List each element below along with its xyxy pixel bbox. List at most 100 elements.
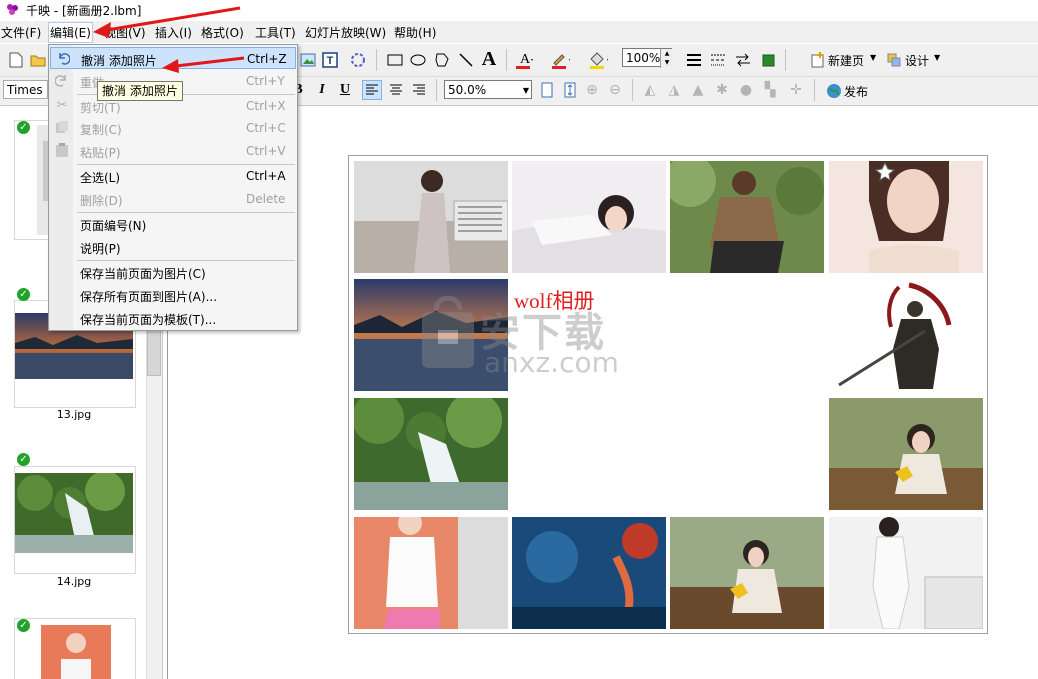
font-color-icon[interactable]: A <box>514 50 534 70</box>
fill-color-icon[interactable] <box>588 50 608 70</box>
scale-dropdown-icon[interactable]: ▼ <box>523 81 529 100</box>
design-dropdown-icon[interactable]: ▼ <box>934 53 940 62</box>
zoom-in-icon[interactable]: ⊕ <box>582 80 602 100</box>
publish-icon[interactable] <box>824 81 844 101</box>
menu-item-label: 全选(L) <box>80 171 121 185</box>
thumbnail-15[interactable] <box>14 618 136 679</box>
photo-girl-gym[interactable] <box>354 517 508 629</box>
page-frame-icon[interactable] <box>537 80 557 100</box>
spin-down-icon[interactable]: ▼ <box>661 58 673 67</box>
image-tool-3-icon[interactable]: ▲ <box>688 80 708 100</box>
design-icon[interactable] <box>884 50 904 70</box>
fit-height-icon[interactable] <box>560 80 580 100</box>
menu-slideshow[interactable]: 幻灯片放映(W) <box>305 24 386 41</box>
image-tool-1-icon[interactable]: ◭ <box>640 80 660 100</box>
image-tool-4-icon[interactable]: ✱ <box>712 80 732 100</box>
menu-format[interactable]: 格式(O) <box>201 24 244 41</box>
image-tool-5-icon[interactable]: ● <box>736 80 756 100</box>
check-icon: ✓ <box>17 619 30 632</box>
image-tool-6-icon[interactable]: ▚ <box>760 80 780 100</box>
thumbnail-image <box>41 625 111 679</box>
scrollbar-thumb[interactable] <box>147 330 161 376</box>
album-title[interactable]: wolf相册 <box>514 285 595 315</box>
photo-girl-white-room[interactable] <box>829 517 983 629</box>
toolbar-separator <box>376 49 377 71</box>
clipart-icon[interactable] <box>348 50 368 70</box>
svg-text:A: A <box>520 52 531 67</box>
shadow-icon[interactable] <box>758 50 778 70</box>
design-button[interactable]: 设计 <box>905 52 929 69</box>
menu-item-select-all[interactable]: 全选(L) Ctrl+A <box>50 165 296 187</box>
open-folder-icon[interactable] <box>28 50 48 70</box>
menu-item-label: 保存当前页面为图片(C) <box>80 267 206 281</box>
polygon-tool-icon[interactable] <box>432 50 452 70</box>
new-file-icon[interactable] <box>6 50 26 70</box>
new-page-dropdown-icon[interactable]: ▼ <box>870 53 876 62</box>
ellipse-tool-icon[interactable] <box>408 50 428 70</box>
new-page-icon[interactable] <box>808 50 828 70</box>
underline-icon[interactable]: U <box>335 80 355 100</box>
text-tool-icon[interactable]: A <box>479 48 499 70</box>
paste-icon <box>54 143 70 159</box>
menu-item-shortcut: Ctrl+C <box>246 121 286 135</box>
menu-item-save-all-pages-image[interactable]: 保存所有页面到图片(A)... <box>50 284 296 306</box>
toolbar-separator <box>814 79 815 101</box>
menu-item-description[interactable]: 说明(P) <box>50 236 296 258</box>
arrow-style-icon[interactable] <box>733 50 753 70</box>
italic-icon[interactable]: I <box>312 80 332 100</box>
new-page-button[interactable]: 新建页 <box>828 52 864 69</box>
crop-icon[interactable]: ✛ <box>786 80 806 100</box>
line-tool-icon[interactable] <box>456 50 476 70</box>
menu-item-delete[interactable]: 删除(D) Delete <box>50 188 296 210</box>
menu-item-label: 页面编号(N) <box>80 219 147 233</box>
publish-button[interactable]: 发布 <box>844 83 868 100</box>
menu-item-copy[interactable]: 复制(C) Ctrl+C <box>50 117 296 139</box>
image-tool-2-icon[interactable]: ◮ <box>664 80 684 100</box>
line-weight-icon[interactable] <box>684 50 704 70</box>
zoom-spinner[interactable]: ▲ ▼ <box>660 49 673 68</box>
photo-waterfall[interactable] <box>354 398 508 510</box>
menu-item-label: 保存所有页面到图片(A)... <box>80 290 218 304</box>
dash-style-icon[interactable] <box>708 50 728 70</box>
menu-help[interactable]: 帮助(H) <box>394 24 436 41</box>
font-name-combo[interactable]: Times <box>3 80 48 99</box>
insert-picture-icon[interactable] <box>298 50 318 70</box>
rectangle-tool-icon[interactable] <box>385 50 405 70</box>
insert-text-icon[interactable]: T <box>320 50 340 70</box>
photo-girl-forest[interactable] <box>670 161 824 273</box>
menu-edit[interactable]: 编辑(E) <box>48 22 93 43</box>
align-center-icon[interactable] <box>386 80 406 100</box>
photo-warrior-figure[interactable] <box>829 279 983 391</box>
photo-fantasy-mermaid[interactable] <box>512 517 666 629</box>
thumbnail-image <box>15 473 133 553</box>
undo-tooltip: 撤消 添加照片 <box>97 81 183 101</box>
menu-bar: 文件(F) 编辑(E) 视图(V) 插入(I) 格式(O) 工具(T) 幻灯片放… <box>0 21 1038 43</box>
menu-item-page-number[interactable]: 页面编号(N) <box>50 213 296 235</box>
photo-lake-sunset[interactable] <box>354 279 508 391</box>
menu-item-save-page-template[interactable]: 保存当前页面为模板(T)... <box>50 307 296 329</box>
scale-combo[interactable]: 50.0% ▼ <box>444 80 532 99</box>
menu-insert[interactable]: 插入(I) <box>155 24 192 41</box>
toolbar-separator <box>506 49 507 71</box>
menu-item-label: 复制(C) <box>80 123 122 137</box>
menu-view[interactable]: 视图(V) <box>104 24 146 41</box>
menu-item-save-page-image[interactable]: 保存当前页面为图片(C) <box>50 261 296 283</box>
line-color-icon[interactable] <box>550 50 570 70</box>
menu-file[interactable]: 文件(F) <box>1 24 41 41</box>
menu-tools[interactable]: 工具(T) <box>255 24 296 41</box>
align-right-icon[interactable] <box>409 80 429 100</box>
menu-item-undo[interactable]: 撤消 添加照片 Ctrl+Z <box>50 47 296 69</box>
menu-item-paste[interactable]: 粘贴(P) Ctrl+V <box>50 140 296 162</box>
zoom-out-icon[interactable]: ⊖ <box>605 80 625 100</box>
align-left-icon[interactable] <box>362 80 382 100</box>
photo-girl-portrait[interactable] <box>829 161 983 273</box>
thumbnail-14[interactable] <box>14 466 136 574</box>
photo-girl-park[interactable] <box>670 517 824 629</box>
menu-item-shortcut: Ctrl+V <box>246 144 286 158</box>
svg-text:T: T <box>327 55 334 67</box>
photo-girl-bed[interactable] <box>512 161 666 273</box>
spin-up-icon[interactable]: ▲ <box>661 49 673 58</box>
photo-girl-living-room[interactable] <box>354 161 508 273</box>
photo-girl-autumn-leaf[interactable] <box>829 398 983 510</box>
window-title: 千映 - [新画册2.lbm] <box>26 4 142 18</box>
